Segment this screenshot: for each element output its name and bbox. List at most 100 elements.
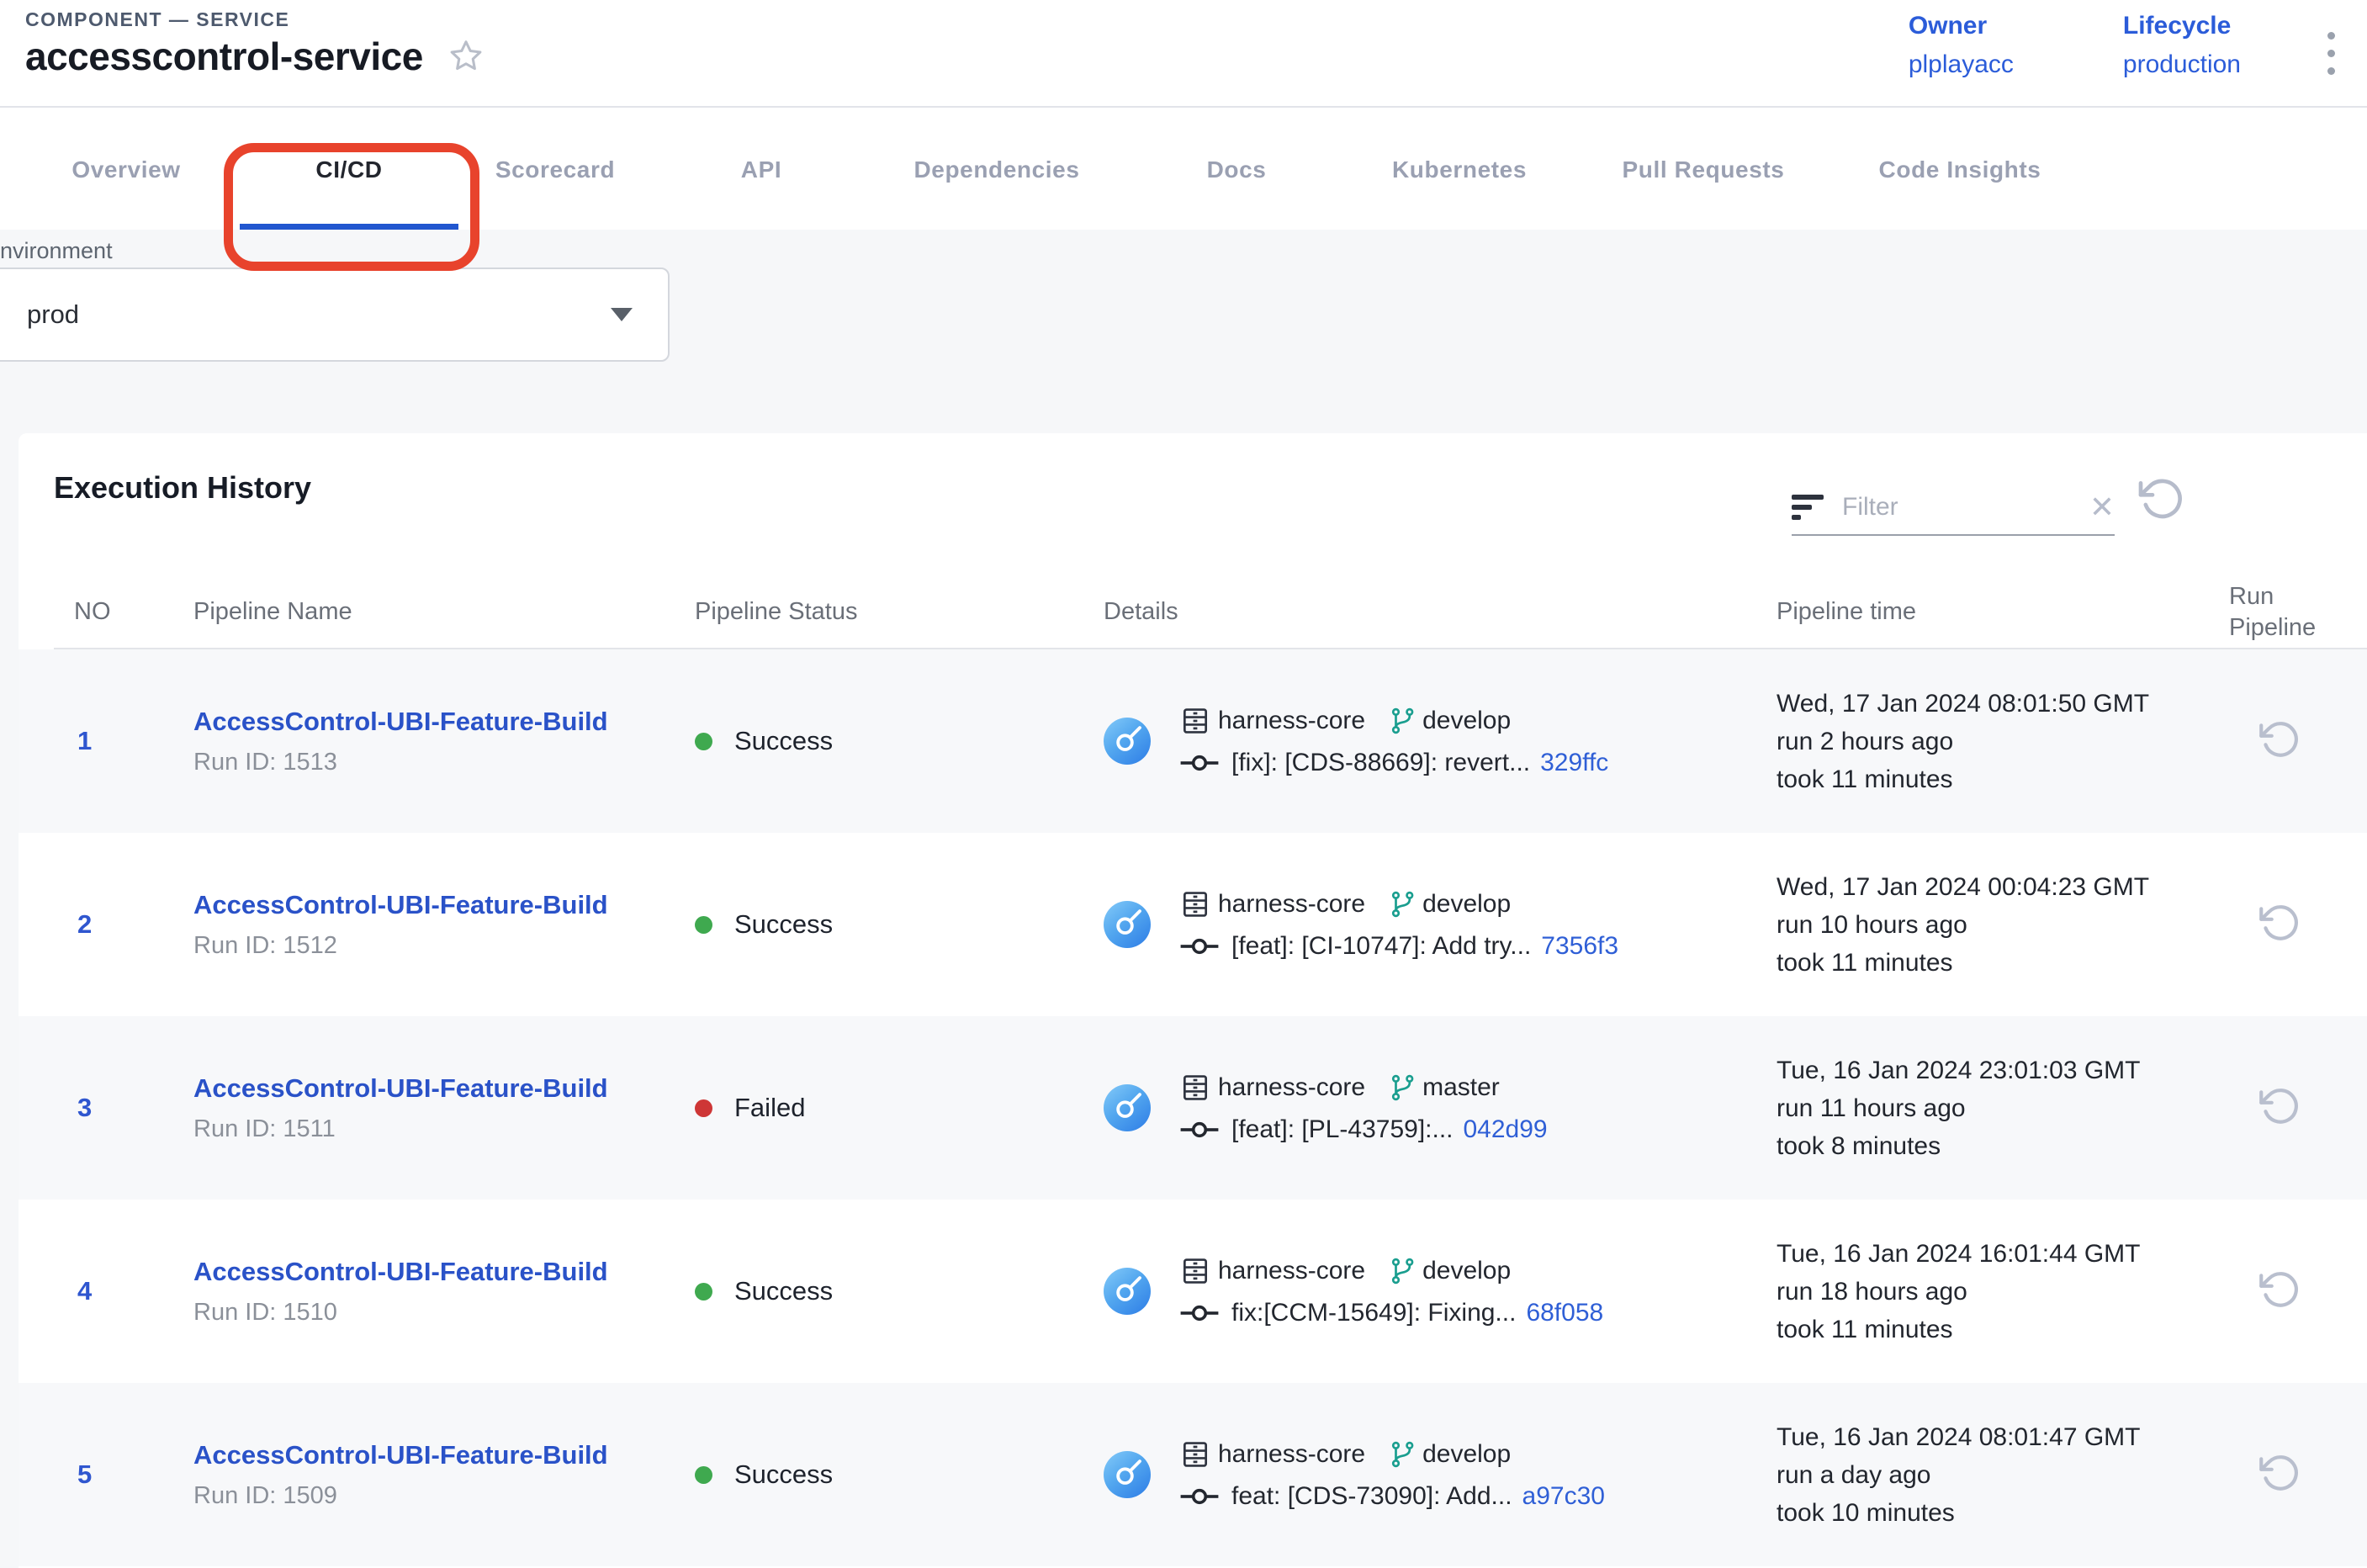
run-pipeline-icon[interactable]: [2256, 718, 2298, 760]
git-commit-icon: [1179, 935, 1231, 958]
table-row: 4 AccessControl-UBI-Feature-Build Run ID…: [19, 1200, 2367, 1383]
run-id: Run ID: 1509: [193, 1482, 695, 1510]
more-options-kebab-icon[interactable]: [2327, 32, 2335, 75]
chevron-down-icon: [611, 308, 633, 321]
run-pipeline-icon[interactable]: [2256, 1085, 2298, 1127]
owner-link[interactable]: plplayacc: [1909, 50, 2014, 79]
git-commit-icon: [1179, 1485, 1231, 1508]
cicd-tab-content: Environment prod Execution History ✕ NO …: [0, 230, 2367, 1568]
tab-docs[interactable]: Docs: [1207, 156, 1267, 183]
pipeline-time-cell: Wed, 17 Jan 2024 08:01:50 GMT run 2 hour…: [1777, 685, 2217, 798]
pipeline-time-cell: Tue, 16 Jan 2024 23:01:03 GMT run 11 hou…: [1777, 1052, 2217, 1165]
git-branch-icon: [1365, 890, 1422, 919]
environment-select[interactable]: prod: [0, 268, 670, 362]
pipeline-time-cell: Tue, 16 Jan 2024 16:01:44 GMT run 18 hou…: [1777, 1235, 2217, 1348]
status-text: Success: [734, 1276, 833, 1306]
tab-overview[interactable]: Overview: [71, 156, 180, 183]
time-duration: took 11 minutes: [1777, 1311, 2217, 1348]
repo-name: harness-core: [1218, 1257, 1365, 1285]
branch-name: develop: [1422, 1257, 1511, 1285]
clear-filter-icon[interactable]: ✕: [2089, 492, 2115, 522]
lifecycle-value[interactable]: production: [2123, 50, 2241, 79]
status-dot-icon: [695, 1466, 712, 1484]
commit-message: [fix]: [CDS-88669]: revert...: [1231, 749, 1530, 777]
pipeline-execution-icon[interactable]: [1104, 718, 1151, 765]
pipeline-execution-icon[interactable]: [1104, 901, 1151, 948]
commit-sha-link[interactable]: 329ffc: [1540, 749, 1608, 777]
details-cell: harness-core develop [feat]: [CI-10747]:…: [1104, 888, 1777, 961]
tab-scorecard[interactable]: Scorecard: [495, 156, 615, 183]
commit-sha-link[interactable]: 042d99: [1464, 1115, 1548, 1144]
details-cell: harness-core develop feat: [CDS-73090]: …: [1104, 1438, 1777, 1511]
pipeline-time-cell: Wed, 17 Jan 2024 00:04:23 GMT run 10 hou…: [1777, 868, 2217, 982]
execution-table-body: 1 AccessControl-UBI-Feature-Build Run ID…: [19, 649, 2367, 1566]
time-duration: took 10 minutes: [1777, 1494, 2217, 1532]
branch-name: develop: [1422, 1440, 1511, 1469]
repo-name: harness-core: [1218, 890, 1365, 919]
tab-cicd[interactable]: CI/CD: [315, 156, 382, 183]
owner-label: Owner: [1909, 12, 2014, 40]
pipeline-name-cell: AccessControl-UBI-Feature-Build Run ID: …: [193, 890, 695, 960]
commit-sha-link[interactable]: 7356f3: [1541, 932, 1618, 961]
lifecycle-label: Lifecycle: [2123, 12, 2241, 40]
time-relative: run 11 hours ago: [1777, 1089, 2217, 1127]
run-pipeline-cell: [2217, 1085, 2367, 1131]
filter-input[interactable]: [1842, 493, 2073, 522]
pipeline-execution-icon[interactable]: [1104, 1084, 1151, 1131]
commit-message: fix:[CCM-15649]: Fixing...: [1231, 1299, 1516, 1327]
run-pipeline-icon[interactable]: [2256, 902, 2298, 944]
tab-kubernetes[interactable]: Kubernetes: [1392, 156, 1527, 183]
time-absolute: Wed, 17 Jan 2024 08:01:50 GMT: [1777, 685, 2217, 723]
commit-sha-link[interactable]: a97c30: [1522, 1482, 1605, 1511]
pipeline-status-cell: Success: [695, 1276, 1104, 1306]
column-header-pipeline-time: Pipeline time: [1777, 598, 2217, 626]
pipeline-name-link[interactable]: AccessControl-UBI-Feature-Build: [193, 1257, 608, 1287]
status-dot-icon: [695, 733, 712, 750]
tab-dependencies[interactable]: Dependencies: [913, 156, 1079, 183]
pipeline-status-cell: Failed: [695, 1093, 1104, 1123]
details-cell: harness-core master [feat]: [PL-43759]:.…: [1104, 1072, 1777, 1144]
pipeline-name-link[interactable]: AccessControl-UBI-Feature-Build: [193, 707, 608, 737]
branch-name: develop: [1422, 890, 1511, 919]
time-absolute: Tue, 16 Jan 2024 16:01:44 GMT: [1777, 1235, 2217, 1273]
tab-pull-requests[interactable]: Pull Requests: [1623, 156, 1785, 183]
column-header-pipeline-name: Pipeline Name: [193, 598, 695, 626]
column-header-run-pipeline: Run Pipeline: [2217, 581, 2335, 644]
pipeline-name-link[interactable]: AccessControl-UBI-Feature-Build: [193, 890, 608, 920]
git-commit-icon: [1179, 1118, 1231, 1142]
run-id: Run ID: 1511: [193, 1115, 695, 1143]
component-header: COMPONENT — SERVICE accesscontrol-servic…: [0, 0, 2367, 108]
favorite-star-icon[interactable]: [447, 37, 485, 76]
title-row: accesscontrol-service: [25, 34, 485, 79]
repo-name: harness-core: [1218, 1073, 1365, 1102]
time-relative: run 18 hours ago: [1777, 1273, 2217, 1311]
column-header-pipeline-status: Pipeline Status: [695, 598, 1104, 626]
commit-sha-link[interactable]: 68f058: [1526, 1299, 1603, 1327]
pipeline-name-link[interactable]: AccessControl-UBI-Feature-Build: [193, 1440, 608, 1470]
component-kind-label: COMPONENT — SERVICE: [25, 8, 289, 31]
environment-selected-value: prod: [27, 299, 611, 330]
repository-icon: [1179, 1072, 1218, 1104]
run-pipeline-icon[interactable]: [2256, 1452, 2298, 1494]
time-duration: took 11 minutes: [1777, 760, 2217, 798]
pipeline-status-cell: Success: [695, 1459, 1104, 1490]
repo-name: harness-core: [1218, 707, 1365, 735]
status-dot-icon: [695, 1283, 712, 1300]
pipeline-name-cell: AccessControl-UBI-Feature-Build Run ID: …: [193, 1440, 695, 1510]
commit-line: [fix]: [CDS-88669]: revert... 329ffc: [1179, 749, 1608, 777]
detail-lines: harness-core develop feat: [CDS-73090]: …: [1179, 1438, 1605, 1511]
time-absolute: Tue, 16 Jan 2024 23:01:03 GMT: [1777, 1052, 2217, 1089]
pipeline-time-cell: Tue, 16 Jan 2024 08:01:47 GMT run a day …: [1777, 1418, 2217, 1532]
status-text: Failed: [734, 1093, 805, 1123]
detail-lines: harness-core develop fix:[CCM-15649]: Fi…: [1179, 1255, 1603, 1327]
status-text: Success: [734, 726, 833, 756]
tab-api[interactable]: API: [741, 156, 781, 183]
run-pipeline-icon[interactable]: [2256, 1269, 2298, 1311]
pipeline-execution-icon[interactable]: [1104, 1451, 1151, 1498]
run-pipeline-cell: [2217, 1269, 2367, 1315]
repo-branch-line: harness-core develop: [1179, 888, 1618, 920]
refresh-icon[interactable]: [2135, 475, 2182, 522]
pipeline-name-link[interactable]: AccessControl-UBI-Feature-Build: [193, 1073, 608, 1104]
pipeline-execution-icon[interactable]: [1104, 1268, 1151, 1315]
tab-code-insights[interactable]: Code Insights: [1879, 156, 2041, 183]
